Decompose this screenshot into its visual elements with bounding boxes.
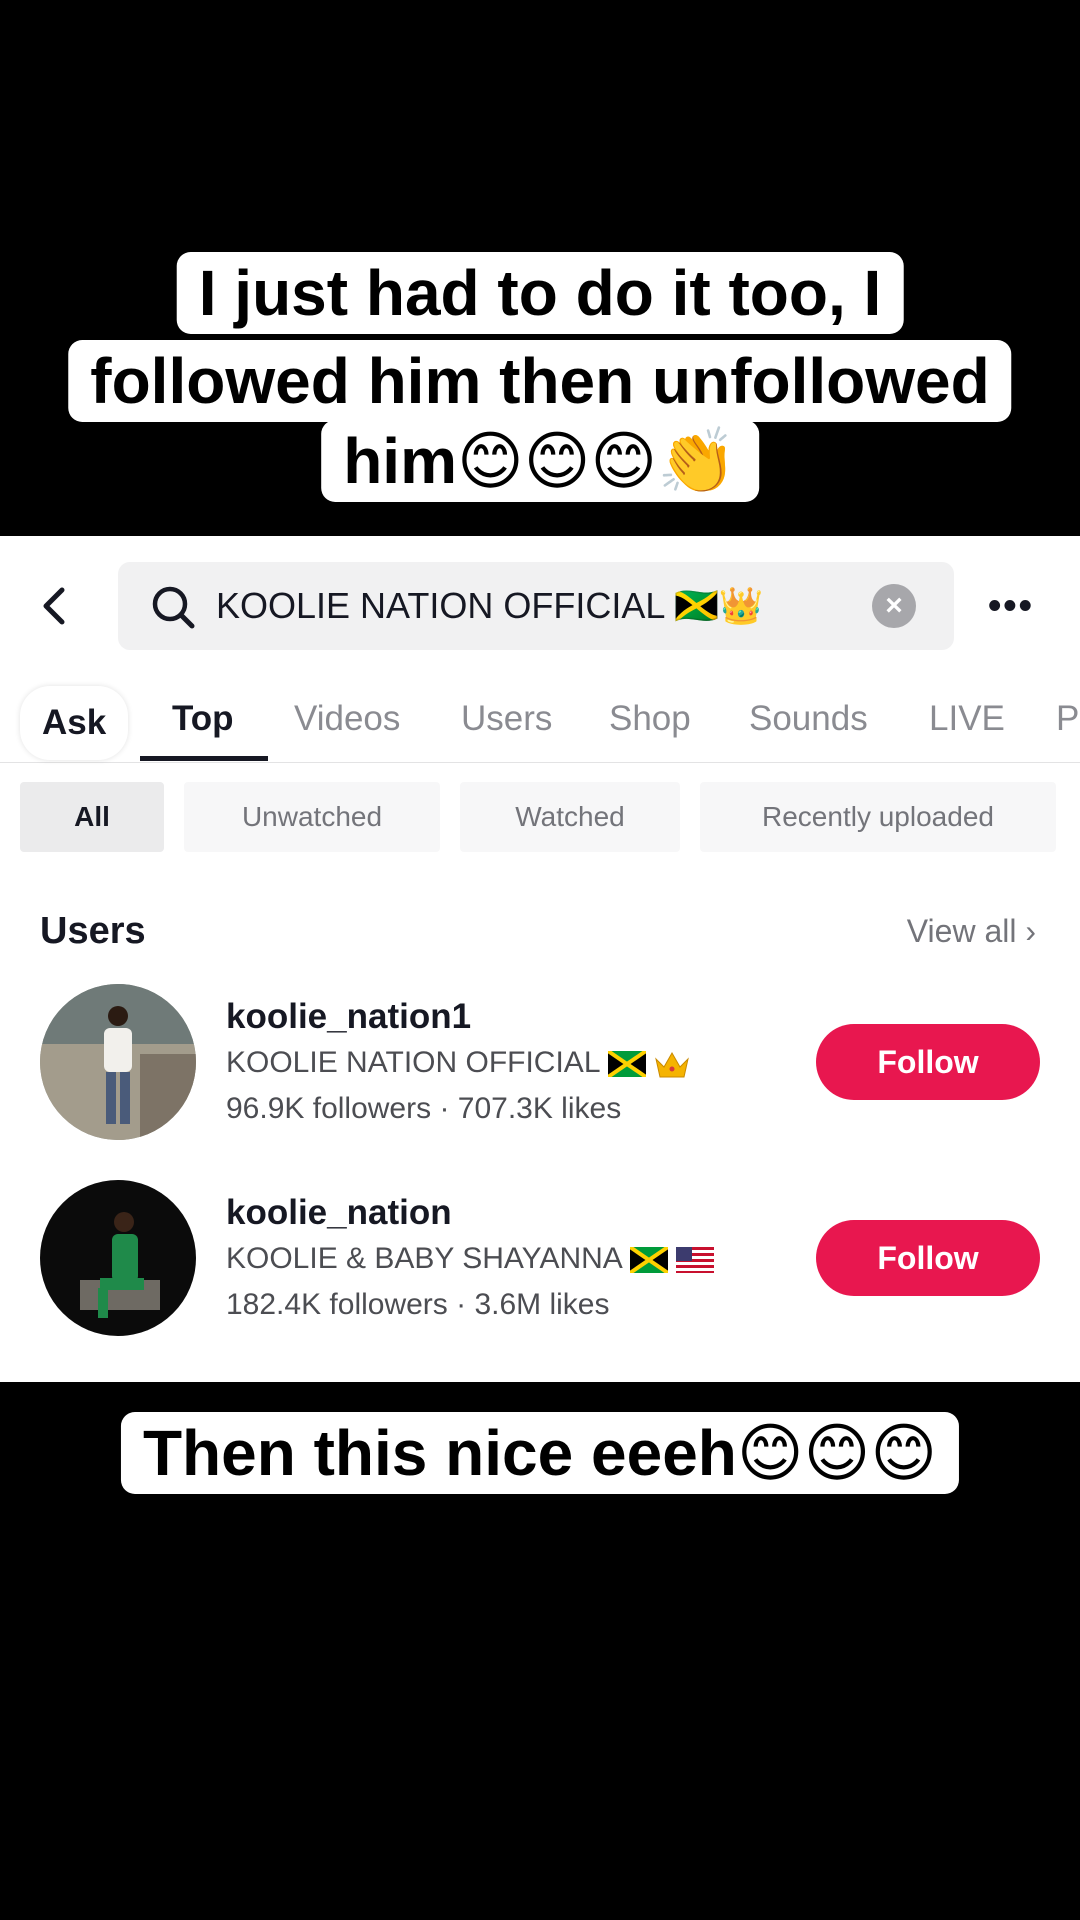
search-header: KOOLIE NATION OFFICIAL 🇯🇲👑 × ••• (0, 536, 1080, 676)
display-name-text: KOOLIE & BABY SHAYANNA (226, 1242, 622, 1275)
jamaica-flag-icon (629, 1247, 668, 1274)
search-icon (152, 586, 195, 629)
us-flag-icon (675, 1247, 714, 1274)
tab-shop[interactable]: Shop (609, 676, 691, 762)
more-options-icon[interactable]: ••• (988, 584, 1034, 628)
tab-top[interactable]: Top (172, 676, 234, 762)
user-stats: 96.9K followers · 707.3K likes (226, 1092, 622, 1125)
filter-recently-uploaded[interactable]: Recently uploaded (700, 782, 1056, 852)
filter-all[interactable]: All (20, 782, 164, 852)
caption-line-2: followed him then unfollowed (68, 340, 1012, 422)
display-name: KOOLIE NATION OFFICIAL (226, 1042, 690, 1084)
active-tab-indicator (140, 756, 268, 761)
crown-icon (655, 1052, 689, 1078)
search-input[interactable]: KOOLIE NATION OFFICIAL 🇯🇲👑 × (118, 562, 954, 650)
view-all-link[interactable]: View all › (907, 908, 1036, 954)
caption-line-4: Then this nice eeeh😊😊😊 (120, 1412, 960, 1494)
user-stats: 182.4K followers · 3.6M likes (226, 1288, 610, 1321)
follow-button[interactable]: Follow (816, 1220, 1040, 1296)
back-arrow-icon[interactable] (34, 584, 78, 628)
jamaica-flag-icon (607, 1051, 646, 1078)
display-name: KOOLIE & BABY SHAYANNA (226, 1238, 714, 1280)
search-tabs: Ask Top Videos Users Shop Sounds LIVE P (0, 676, 1080, 763)
users-section-title: Users (40, 910, 146, 952)
tab-sounds[interactable]: Sounds (749, 676, 868, 762)
username[interactable]: koolie_nation (226, 1190, 452, 1236)
username[interactable]: koolie_nation1 (226, 994, 471, 1040)
avatar[interactable] (40, 984, 196, 1140)
caption-line-1: I just had to do it too, I (176, 252, 904, 334)
tab-ask[interactable]: Ask (20, 686, 128, 760)
tab-live[interactable]: LIVE (929, 676, 1005, 762)
display-name-text: KOOLIE NATION OFFICIAL (226, 1046, 608, 1079)
tab-partial[interactable]: P (1056, 676, 1079, 762)
follow-button[interactable]: Follow (816, 1024, 1040, 1100)
clear-search-icon[interactable]: × (872, 584, 916, 628)
caption-line-3: him😊😊😊👏 (321, 420, 759, 502)
filter-watched[interactable]: Watched (460, 782, 680, 852)
tab-users[interactable]: Users (461, 676, 552, 762)
filter-unwatched[interactable]: Unwatched (184, 782, 440, 852)
user-row[interactable]: koolie_nation1 KOOLIE NATION OFFICIAL 96… (0, 984, 1080, 1154)
search-results-panel: KOOLIE NATION OFFICIAL 🇯🇲👑 × ••• Ask Top… (0, 536, 1080, 1382)
avatar[interactable] (40, 1180, 196, 1336)
search-query[interactable]: KOOLIE NATION OFFICIAL 🇯🇲👑 (216, 582, 764, 630)
tab-videos[interactable]: Videos (294, 676, 400, 762)
user-row[interactable]: koolie_nation KOOLIE & BABY SHAYANNA 182… (0, 1180, 1080, 1350)
